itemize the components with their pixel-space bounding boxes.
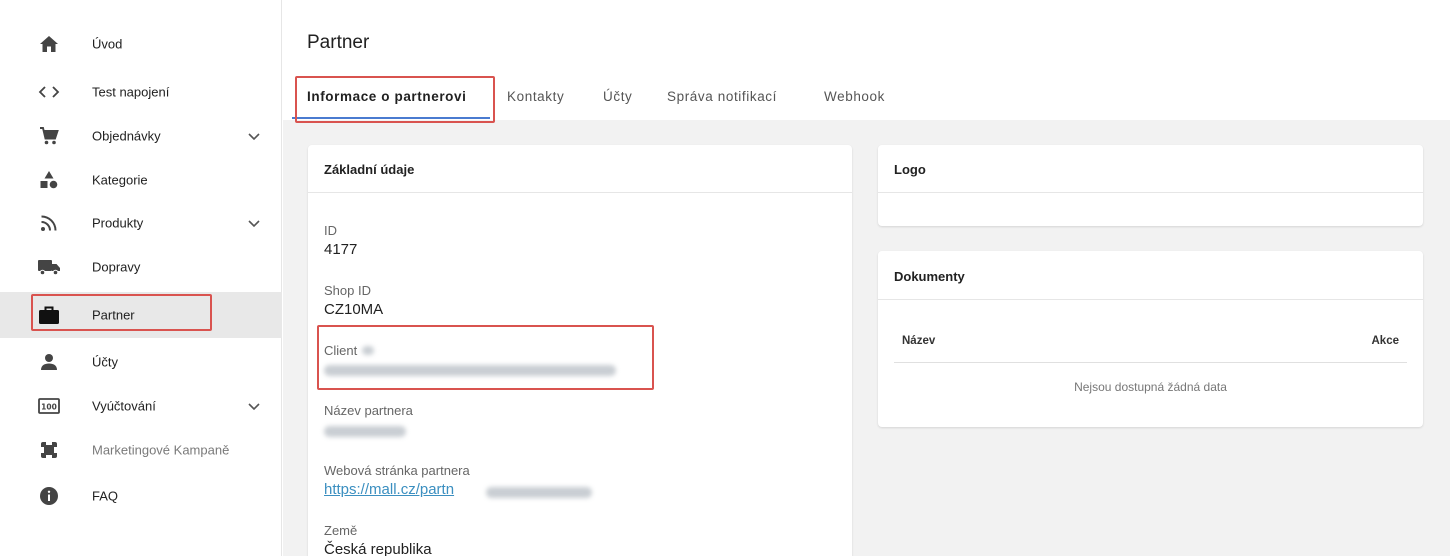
sidebar: Úvod Test napojení Objednávky Kategorie … [0, 0, 282, 556]
partner-name-redacted-value [324, 426, 406, 437]
card-title: Základní údaje [324, 162, 415, 177]
sidebar-item-label: Marketingové Kampaně [92, 442, 230, 458]
chevron-down-icon[interactable] [246, 215, 262, 231]
empty-table-message: Nejsou dostupná žádná data [1074, 380, 1227, 394]
client-id-label: Client [324, 343, 358, 358]
column-header-nazev[interactable]: Název [902, 335, 935, 347]
client-id-label-redaction [362, 346, 374, 355]
card-header: Základní údaje [308, 145, 852, 193]
sidebar-item-partner[interactable]: Partner [0, 292, 282, 338]
tab-webhook[interactable]: Webhook [824, 76, 885, 120]
tab-ucty[interactable]: Účty [603, 76, 632, 120]
logo-card: Logo [878, 145, 1423, 226]
category-icon [36, 169, 62, 191]
card-title: Dokumenty [894, 269, 965, 284]
rss-icon [36, 212, 62, 234]
website-label: Webová stránka partnera [324, 463, 470, 478]
page-header: Partner Informace o partnerovi Kontakty … [283, 0, 1450, 120]
sidebar-item-marketingove-kampane[interactable]: Marketingové Kampaně [0, 428, 282, 472]
column-header-akce: Akce [1371, 335, 1400, 347]
country-label: Země [324, 523, 358, 538]
website-link-redaction [486, 487, 592, 498]
sidebar-item-kategorie[interactable]: Kategorie [0, 158, 282, 202]
website-link[interactable]: https://mall.cz/partn [324, 481, 454, 498]
id-label: ID [324, 223, 337, 238]
briefcase-icon [36, 304, 62, 326]
client-id-redacted-value [324, 365, 616, 376]
main-content: Partner Informace o partnerovi Kontakty … [283, 0, 1450, 556]
card-header: Dokumenty [878, 251, 1423, 300]
partner-name-label: Název partnera [324, 403, 413, 418]
sidebar-item-label: Partner [92, 307, 135, 323]
sidebar-item-label: Úvod [92, 36, 123, 52]
code-icon [36, 81, 62, 103]
sidebar-item-ucty[interactable]: Účty [0, 340, 282, 384]
sidebar-item-label: Test napojení [92, 84, 170, 100]
chevron-down-icon[interactable] [246, 398, 262, 414]
sidebar-item-label: Účty [92, 354, 118, 370]
id-value: 4177 [324, 241, 358, 258]
sidebar-item-label: Vyúčtování [92, 398, 156, 414]
truck-icon [36, 256, 62, 278]
documents-card: Dokumenty Název Akce Nejsou dostupná žád… [878, 251, 1423, 427]
card-header: Logo [878, 145, 1423, 193]
sidebar-item-vyuctovani[interactable]: 100 Vyúčtování [0, 384, 282, 428]
sidebar-item-dopravy[interactable]: Dopravy [0, 245, 282, 289]
tab-kontakty[interactable]: Kontakty [507, 76, 564, 120]
home-icon [36, 33, 62, 55]
documents-table-header: Název Akce [894, 335, 1407, 363]
tab-bar: Informace o partnerovi Kontakty Účty Spr… [283, 76, 1450, 120]
shop-id-label: Shop ID [324, 283, 371, 298]
sidebar-item-label: Dopravy [92, 259, 141, 275]
billing-icon: 100 [36, 395, 62, 417]
cart-icon [36, 125, 62, 147]
page-title: Partner [307, 32, 370, 53]
sidebar-item-uvod[interactable]: Úvod [0, 22, 282, 66]
active-tab-indicator [292, 117, 490, 119]
card-title: Logo [894, 162, 926, 177]
chevron-down-icon[interactable] [246, 128, 262, 144]
tab-informace-o-partnerovi[interactable]: Informace o partnerovi [307, 76, 467, 120]
sidebar-item-faq[interactable]: FAQ [0, 474, 282, 518]
sidebar-item-label: Kategorie [92, 172, 148, 188]
sidebar-item-objednavky[interactable]: Objednávky [0, 114, 282, 158]
shop-id-value: CZ10MA [324, 301, 384, 318]
tab-sprava-notifikaci[interactable]: Správa notifikací [667, 76, 777, 120]
campaign-icon [36, 439, 62, 461]
sidebar-item-test-napojeni[interactable]: Test napojení [0, 70, 282, 114]
sidebar-item-label: FAQ [92, 488, 119, 504]
sidebar-item-produkty[interactable]: Produkty [0, 201, 282, 245]
sidebar-item-label: Objednávky [92, 128, 161, 144]
sidebar-item-label: Produkty [92, 215, 144, 231]
svg-text:100: 100 [41, 403, 57, 412]
info-icon [36, 485, 62, 507]
country-value: Česká republika [324, 541, 432, 556]
basic-info-card: Základní údaje ID 4177 Shop ID CZ10MA Cl… [308, 145, 852, 556]
person-icon [36, 351, 62, 373]
